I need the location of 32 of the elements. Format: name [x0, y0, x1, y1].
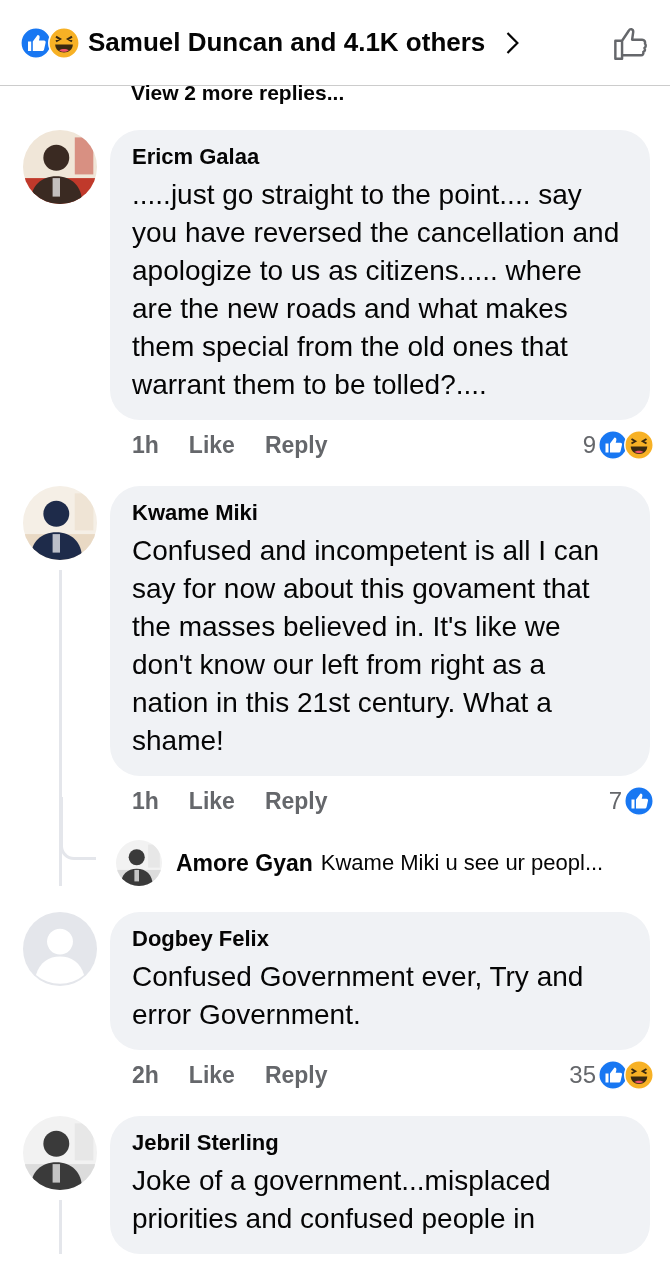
- reaction-count: 7: [608, 787, 622, 815]
- like-reaction-icon: [598, 1060, 628, 1090]
- comment-author[interactable]: Ericm Galaa: [132, 144, 628, 170]
- like-reaction-icon: [624, 786, 654, 816]
- comment-time: 1h: [132, 431, 159, 459]
- reply-link[interactable]: Reply: [264, 1061, 328, 1089]
- laughing-reaction-icon: [624, 430, 654, 460]
- like-reaction-icon: [20, 26, 52, 59]
- laughing-reaction-icon: [624, 1060, 654, 1090]
- comment-author[interactable]: Kwame Miki: [132, 500, 628, 526]
- reply-author[interactable]: Amore Gyan: [176, 849, 313, 877]
- comment-author[interactable]: Jebril Sterling: [132, 1130, 628, 1156]
- comment-time: 1h: [132, 787, 159, 815]
- like-link[interactable]: Like: [188, 431, 235, 459]
- comment-text: Confused and incompetent is all I can say for now about this govament that the masses believed in. It's like we don't know our left from right as a nation in this 21st century. What a shame!: [132, 534, 600, 758]
- comment-author[interactable]: Dogbey Felix: [132, 926, 628, 952]
- reply-preview: Kwame Miki u see ur peopl...: [320, 850, 604, 876]
- reply-link[interactable]: Reply: [264, 431, 328, 459]
- reactions-summary[interactable]: Samuel Duncan and 4.1K others: [88, 27, 486, 58]
- reaction-count: 35: [569, 1061, 596, 1089]
- like-reaction-icon: [598, 430, 628, 460]
- like-link[interactable]: Like: [188, 787, 235, 815]
- comment-text: .....just go straight to the point.... say you have reversed the cancellation and apologize to us as citizens..... where are the new roads and what makes them special from the old ones that warrant them to be tolled?....: [132, 178, 621, 402]
- comment-text: Joke of a government...misplaced priorities and confused people in: [132, 1164, 552, 1236]
- laughing-reaction-icon: [48, 26, 80, 59]
- comment-time: 2h: [132, 1061, 159, 1089]
- view-more-replies-link[interactable]: View 2 more replies...: [0, 86, 670, 104]
- reaction-count: 9: [582, 431, 596, 459]
- like-link[interactable]: Like: [188, 1061, 235, 1089]
- comment-text: Confused Government ever, Try and error Government.: [132, 960, 585, 1032]
- reply-link[interactable]: Reply: [264, 787, 328, 815]
- avatar-icon: [23, 912, 97, 986]
